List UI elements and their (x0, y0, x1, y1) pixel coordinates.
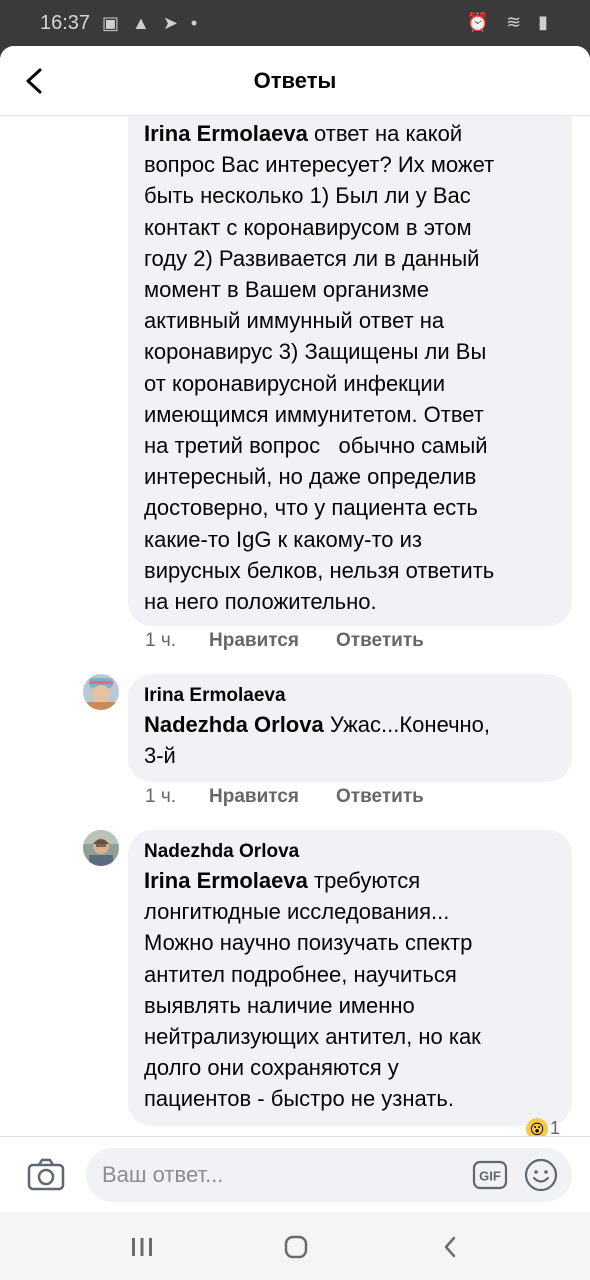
header: Ответы (0, 46, 590, 116)
like-button[interactable]: Нравится (209, 630, 299, 652)
comment-time[interactable]: 1 ч. (145, 630, 176, 652)
back-nav-button[interactable] (430, 1232, 470, 1262)
comment-text: Nadezhda Orlova Ужас...Конечно, 3-й (144, 712, 491, 769)
page-title: Ответы (253, 68, 337, 93)
replies-sheet: Ответы Irina Ermolaeva ответ на какой во… (0, 46, 590, 1212)
recent-apps-button[interactable] (122, 1232, 162, 1262)
comment-bubble[interactable]: Irina Ermolaeva ответ на какой вопрос Ва… (128, 86, 572, 626)
status-bar: 16:37 ▣ ▲ ➤ • ⏰ ≋ ▮ (0, 0, 590, 46)
avatar-image (83, 830, 119, 866)
comment-actions: 1 ч. Нравится Ответить (145, 786, 565, 812)
comment-bubble[interactable]: Irina Ermolaeva Nadezhda Orlova Ужас...К… (128, 674, 572, 782)
status-time: 16:37 (40, 12, 91, 34)
avatar[interactable] (83, 674, 119, 710)
comment-actions: 1 ч. Нравится Ответить (145, 630, 565, 656)
reaction-count: 1 (550, 1118, 561, 1138)
like-button[interactable]: Нравится (209, 786, 299, 808)
comment-author[interactable]: Nadezhda Orlova (144, 840, 299, 864)
svg-text:GIF: GIF (479, 1169, 501, 1184)
comment-author[interactable]: Irina Ermolaeva (144, 684, 286, 708)
system-navigation-bar (0, 1212, 590, 1280)
avatar-image (83, 674, 119, 710)
comment-text: Irina Ermolaeva ответ на какой вопрос Ва… (144, 121, 495, 615)
notification-icons: ▣ ▲ ➤ • (102, 13, 202, 33)
mention-link[interactable]: Irina Ermolaeva (144, 121, 308, 146)
avatar[interactable] (83, 830, 119, 866)
camera-button[interactable] (26, 1157, 66, 1193)
gif-icon: GIF (472, 1160, 508, 1190)
camera-icon (27, 1158, 65, 1191)
emoji-button[interactable] (524, 1158, 558, 1192)
mention-link[interactable]: Nadezhda Orlova (144, 712, 324, 737)
home-button[interactable] (276, 1232, 316, 1262)
reply-composer: GIF (0, 1136, 590, 1212)
system-status-icons: ⏰ ≋ ▮ (466, 12, 554, 32)
gif-button[interactable]: GIF (472, 1159, 508, 1191)
reply-button[interactable]: Ответить (336, 630, 424, 652)
recent-apps-icon (132, 1238, 152, 1256)
reply-button[interactable]: Ответить (336, 786, 424, 808)
comment-text: Irina Ermolaeva требуются лонгитюдные ис… (144, 868, 481, 1112)
comment-bubble[interactable]: Nadezhda Orlova Irina Ermolaeva требуютс… (128, 830, 572, 1126)
emoji-icon (524, 1158, 558, 1192)
back-nav-icon (444, 1236, 456, 1258)
home-icon (284, 1235, 308, 1259)
mention-link[interactable]: Irina Ermolaeva (144, 868, 308, 893)
comment-time[interactable]: 1 ч. (145, 786, 176, 808)
